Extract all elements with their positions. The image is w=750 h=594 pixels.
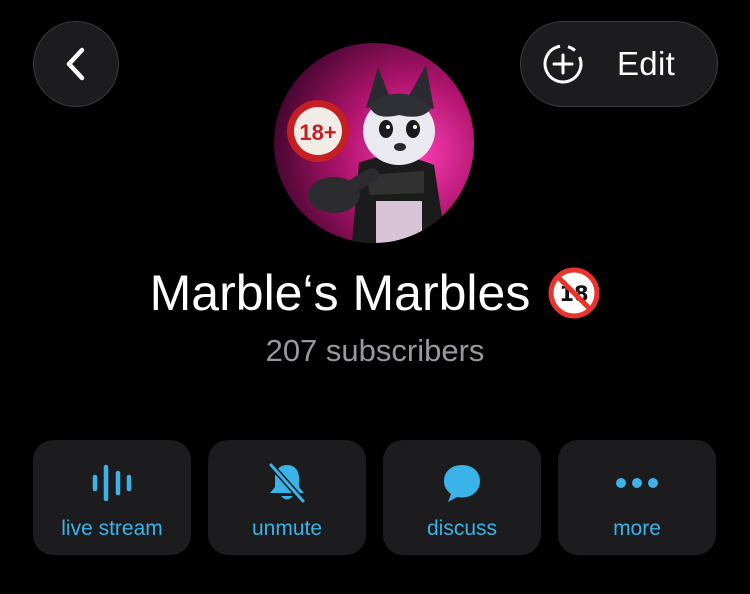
- more-label: more: [613, 516, 661, 540]
- discuss-label: discuss: [426, 516, 498, 540]
- discuss-button[interactable]: discuss: [383, 440, 541, 555]
- avatar-image: 18+: [274, 43, 474, 243]
- unmute-label: unmute: [251, 516, 323, 540]
- chevron-left-icon: [66, 47, 85, 81]
- age-sticker-text: 18+: [299, 120, 336, 145]
- channel-avatar[interactable]: 18+: [274, 43, 474, 243]
- edit-button[interactable]: Edit: [617, 45, 675, 83]
- back-button[interactable]: [33, 21, 119, 107]
- chat-bubble-icon: [444, 464, 480, 502]
- more-button[interactable]: more: [558, 440, 716, 555]
- bell-slash-icon: [268, 461, 306, 504]
- no-under-18-icon: 18: [548, 267, 600, 319]
- live-stream-icon: [92, 464, 132, 501]
- add-story-icon: [543, 44, 583, 84]
- unmute-button[interactable]: unmute: [208, 440, 366, 555]
- header-actions-pill: Edit: [520, 21, 718, 107]
- subscriber-count: 207 subscribers: [265, 333, 485, 368]
- action-bar: live stream unmute discuss more: [33, 440, 716, 555]
- live-stream-label: live stream: [61, 516, 163, 540]
- channel-name: Marble‘s Marbles: [149, 265, 531, 321]
- add-story-button[interactable]: [521, 22, 605, 106]
- live-stream-button[interactable]: live stream: [33, 440, 191, 555]
- ellipsis-icon: [616, 477, 658, 488]
- channel-title-row: Marble‘s Marbles 18: [0, 264, 750, 322]
